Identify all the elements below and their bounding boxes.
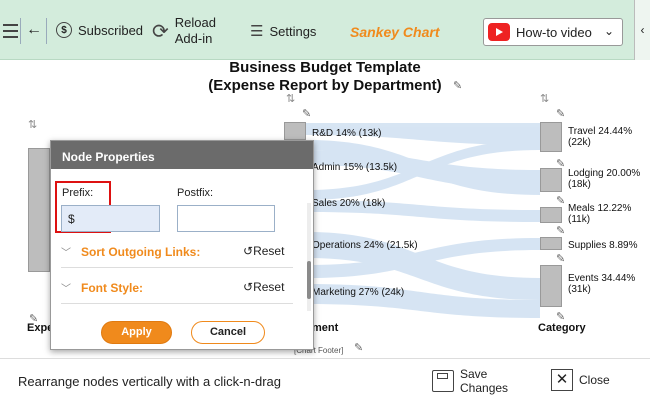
axis-label-right: Category [538,322,586,334]
node-label-admin: Admin 15% (13.5k) [312,162,398,173]
node-label-travel-line2: (22k) [568,137,591,148]
node-label-lodging-line2: (18k) [568,179,591,190]
dialog-scrollbar[interactable] [307,203,311,311]
node-label-lodging-line1: Lodging 20.00% [568,168,641,179]
node-label-events: Events 34.44% (31k) [568,273,635,295]
node-label-events-line1: Events 34.44% [568,273,636,284]
node-meals[interactable] [540,207,562,223]
chevron-down-icon: ﹀ [61,284,71,295]
save-label-line1: Save [460,367,488,381]
node-label-meals-line1: Meals 12.22% [568,203,632,214]
close-button[interactable]: ✕ Close [551,369,610,391]
node-rnd[interactable] [284,122,306,140]
edit-right-top-icon[interactable]: ✎ [556,107,565,120]
close-label: Close [579,373,610,387]
edit-middle-top-icon[interactable]: ✎ [302,107,311,120]
close-icon: ✕ [551,369,573,391]
node-label-rnd: R&D 14% (13k) [312,128,382,139]
dialog-title: Node Properties [51,141,313,169]
font-style-label: Font Style: [81,281,143,295]
font-style-section[interactable]: ﹀ Font Style: [61,280,143,295]
app-window: ← $ Subscribed ⟳ Reload Add-in ☰ Setting… [0,0,650,414]
edit-supplies-icon[interactable]: ✎ [556,252,565,265]
bottom-bar: Rearrange nodes vertically with a click-… [0,358,650,414]
reset-font-label: Reset [253,280,285,294]
node-label-sales: Sales 20% (18k) [312,198,386,209]
postfix-input[interactable] [177,205,275,232]
node-label-meals-line2: (11k) [568,214,591,225]
reset-sort-button[interactable]: ↺Reset [243,244,284,258]
node-label-supplies: Supplies 8.89% [568,240,638,251]
node-supplies[interactable] [540,237,562,250]
edit-footer-icon[interactable]: ✎ [354,341,363,354]
node-label-travel: Travel 24.44% (22k) [568,126,632,148]
save-label-line2: Changes [460,381,509,395]
node-label-events-line2: (31k) [568,284,591,295]
reset-font-button[interactable]: ↺Reset [243,280,284,294]
node-label-meals: Meals 12.22% (11k) [568,203,631,225]
sort-middle-icon[interactable]: ⇅ [286,92,295,105]
scrollbar-thumb[interactable] [307,261,311,299]
floppy-disk-icon [432,370,454,392]
reset-sort-label: Reset [253,244,285,258]
node-label-marketing: Marketing 27% (24k) [312,287,405,298]
sort-right-icon[interactable]: ⇅ [540,92,549,105]
edit-meals-icon[interactable]: ✎ [556,224,565,237]
node-label-travel-line1: Travel 24.44% [568,126,633,137]
hint-text: Rearrange nodes vertically with a click-… [18,374,282,389]
edit-lodging-icon[interactable]: ✎ [556,194,565,207]
save-changes-button[interactable]: Save Changes [432,367,508,395]
sort-left-icon[interactable]: ⇅ [28,118,37,131]
node-label-lodging: Lodging 20.00% (18k) [568,168,640,190]
node-events[interactable] [540,265,562,307]
undo-icon: ↺ [243,280,254,294]
undo-icon: ↺ [243,244,254,258]
node-expense-source[interactable] [28,148,50,272]
chevron-down-icon: ﹀ [61,248,71,259]
node-travel[interactable] [540,122,562,152]
cancel-button[interactable]: Cancel [191,321,265,344]
sort-outgoing-links-section[interactable]: ﹀ Sort Outgoing Links: [61,244,200,259]
node-lodging[interactable] [540,168,562,192]
prefix-input[interactable]: $ [61,205,160,232]
postfix-label: Postfix: [177,187,214,199]
apply-button[interactable]: Apply [101,321,172,344]
node-label-operations: Operations 24% (21.5k) [312,240,418,251]
node-label-supplies-line1: Supplies 8.89% [568,240,638,251]
edit-travel-icon[interactable]: ✎ [556,157,565,170]
axis-label-middle: ment [312,322,339,334]
node-properties-dialog: Node Properties Prefix: Postfix: $ ﹀ Sort… [50,140,314,350]
sort-outgoing-label: Sort Outgoing Links: [81,245,201,259]
